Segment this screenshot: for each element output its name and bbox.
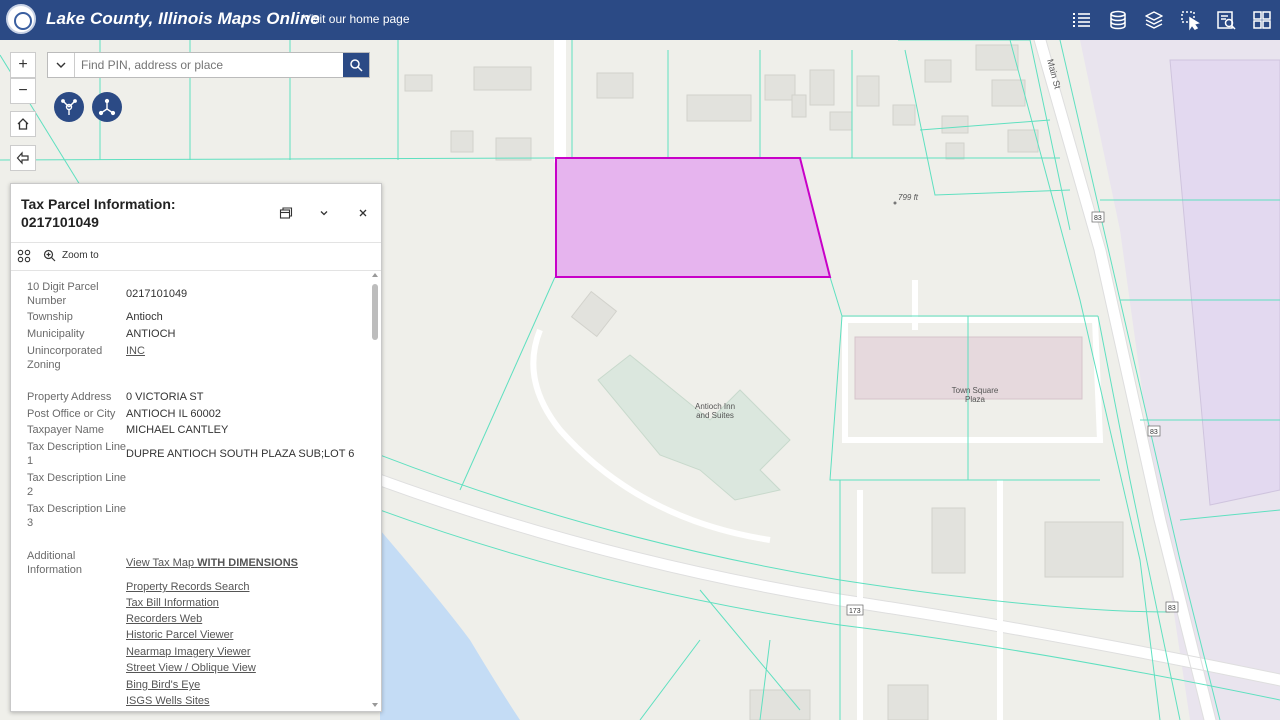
zoom-to-label: Zoom to <box>62 250 99 261</box>
popup-action-bar: Zoom to <box>11 242 381 271</box>
close-button[interactable] <box>354 204 372 222</box>
bing-birds-eye-link[interactable]: Bing Bird's Eye <box>126 678 366 692</box>
zoom-out-button[interactable]: − <box>10 78 36 104</box>
chevron-down-icon <box>320 211 328 216</box>
field-value: 0217101049 <box>126 288 188 300</box>
network-trace-button[interactable] <box>54 92 84 122</box>
network-icon <box>61 99 77 115</box>
field-label: Unincorporated Zoning <box>27 345 103 371</box>
previous-extent-button[interactable] <box>10 145 36 171</box>
field-label: Tax Description Line 1 <box>27 441 127 467</box>
search-button[interactable] <box>343 53 369 77</box>
home-icon <box>17 118 29 130</box>
popup-title: Tax Parcel Information: 0217101049 <box>21 195 176 231</box>
select-icon[interactable] <box>1172 0 1208 40</box>
app-header: Lake County, Illinois Maps Online Visit … <box>0 0 1280 40</box>
tax-bill-link[interactable]: Tax Bill Information <box>126 596 366 610</box>
popup-scrollbar[interactable] <box>371 272 379 708</box>
popup-content: 10 Digit Parcel Number 0217101049 Townsh… <box>11 270 371 711</box>
town-square-label-1: Town Square <box>952 386 999 395</box>
measure-tool-button[interactable] <box>92 92 122 122</box>
actions-menu-button[interactable] <box>17 249 31 268</box>
search-icon <box>350 59 363 72</box>
tax-map-link-text: View Tax Map <box>126 557 195 569</box>
zoom-in-icon <box>43 249 56 262</box>
search-bar <box>47 52 370 78</box>
tax-parcel-popup: Tax Parcel Information: 0217101049 Zoom … <box>10 183 382 712</box>
query-icon[interactable] <box>1208 0 1244 40</box>
nearmap-link[interactable]: Nearmap Imagery Viewer <box>126 645 366 659</box>
scroll-down-icon <box>372 703 378 707</box>
collapse-button[interactable] <box>315 204 333 222</box>
zoom-to-button[interactable]: Zoom to <box>43 249 99 262</box>
popup-title-label: Tax Parcel Information: <box>21 196 176 212</box>
elevation-label: 799 ft <box>898 193 919 202</box>
field-label: 10 Digit Parcel Number <box>27 281 99 307</box>
tax-map-link[interactable]: View Tax Map WITH DIMENSIONS <box>126 556 366 570</box>
layers-icon[interactable] <box>1136 0 1172 40</box>
dock-icon <box>279 207 293 219</box>
tax-map-link-bold: WITH DIMENSIONS <box>197 557 298 569</box>
scroll-up-icon <box>372 273 378 277</box>
town-square-label-2: Plaza <box>965 395 986 404</box>
isgs-wells-link[interactable]: ISGS Wells Sites <box>126 694 366 708</box>
field-label: Property Address <box>27 391 112 403</box>
route-83-shield-3: 83 <box>1168 605 1176 612</box>
dock-button[interactable] <box>277 204 295 222</box>
field-label: Tax Description Line 3 <box>27 503 127 529</box>
field-value: Antioch <box>126 311 163 323</box>
database-icon[interactable] <box>1100 0 1136 40</box>
app-title: Lake County, Illinois Maps Online <box>46 9 320 28</box>
selected-parcel <box>555 157 832 278</box>
antioch-inn-label-1: Antioch Inn <box>695 402 735 411</box>
grid-icon[interactable] <box>1244 0 1280 40</box>
field-value: 0 VICTORIA ST <box>126 391 204 403</box>
grid-dots-icon <box>17 249 31 263</box>
street-view-link[interactable]: Street View / Oblique View <box>126 661 366 675</box>
field-label: Post Office or City <box>27 408 116 420</box>
route-83-shield-2: 83 <box>1150 429 1158 436</box>
search-source-dropdown[interactable] <box>48 53 75 77</box>
property-records-link[interactable]: Property Records Search <box>126 580 366 594</box>
county-logo-icon <box>6 4 36 34</box>
field-value: ANTIOCH IL 60002 <box>126 408 221 420</box>
close-icon <box>359 209 367 217</box>
historic-parcel-link[interactable]: Historic Parcel Viewer <box>126 628 366 642</box>
field-value: MICHAEL CANTLEY <box>126 424 229 436</box>
measure-icon <box>98 98 116 116</box>
field-label: Taxpayer Name <box>27 424 105 436</box>
scroll-thumb[interactable] <box>372 284 378 340</box>
search-input[interactable] <box>75 53 343 77</box>
zoning-link[interactable]: INC <box>126 344 366 358</box>
field-label: Township <box>27 311 73 323</box>
list-icon[interactable] <box>1064 0 1100 40</box>
field-value: DUPRE ANTIOCH SOUTH PLAZA SUB;LOT 6 <box>126 448 355 460</box>
home-extent-button[interactable] <box>10 111 36 137</box>
recorders-web-link[interactable]: Recorders Web <box>126 612 366 626</box>
route-83-shield-1: 83 <box>1094 215 1102 222</box>
zoom-in-button[interactable]: + <box>10 52 36 78</box>
back-arrow-icon <box>16 151 29 165</box>
header-toolbar <box>1064 0 1280 40</box>
antioch-inn-label-2: and Suites <box>696 411 734 420</box>
field-value: ANTIOCH <box>126 328 176 340</box>
field-label: Municipality <box>27 328 85 340</box>
field-label: Additional Information <box>27 550 83 576</box>
chevron-down-icon <box>56 62 66 68</box>
popup-parcel-id: 0217101049 <box>21 214 99 230</box>
route-173-shield: 173 <box>849 608 861 615</box>
home-page-link[interactable]: Visit our home page <box>303 12 410 26</box>
field-label: Tax Description Line 2 <box>27 472 127 498</box>
